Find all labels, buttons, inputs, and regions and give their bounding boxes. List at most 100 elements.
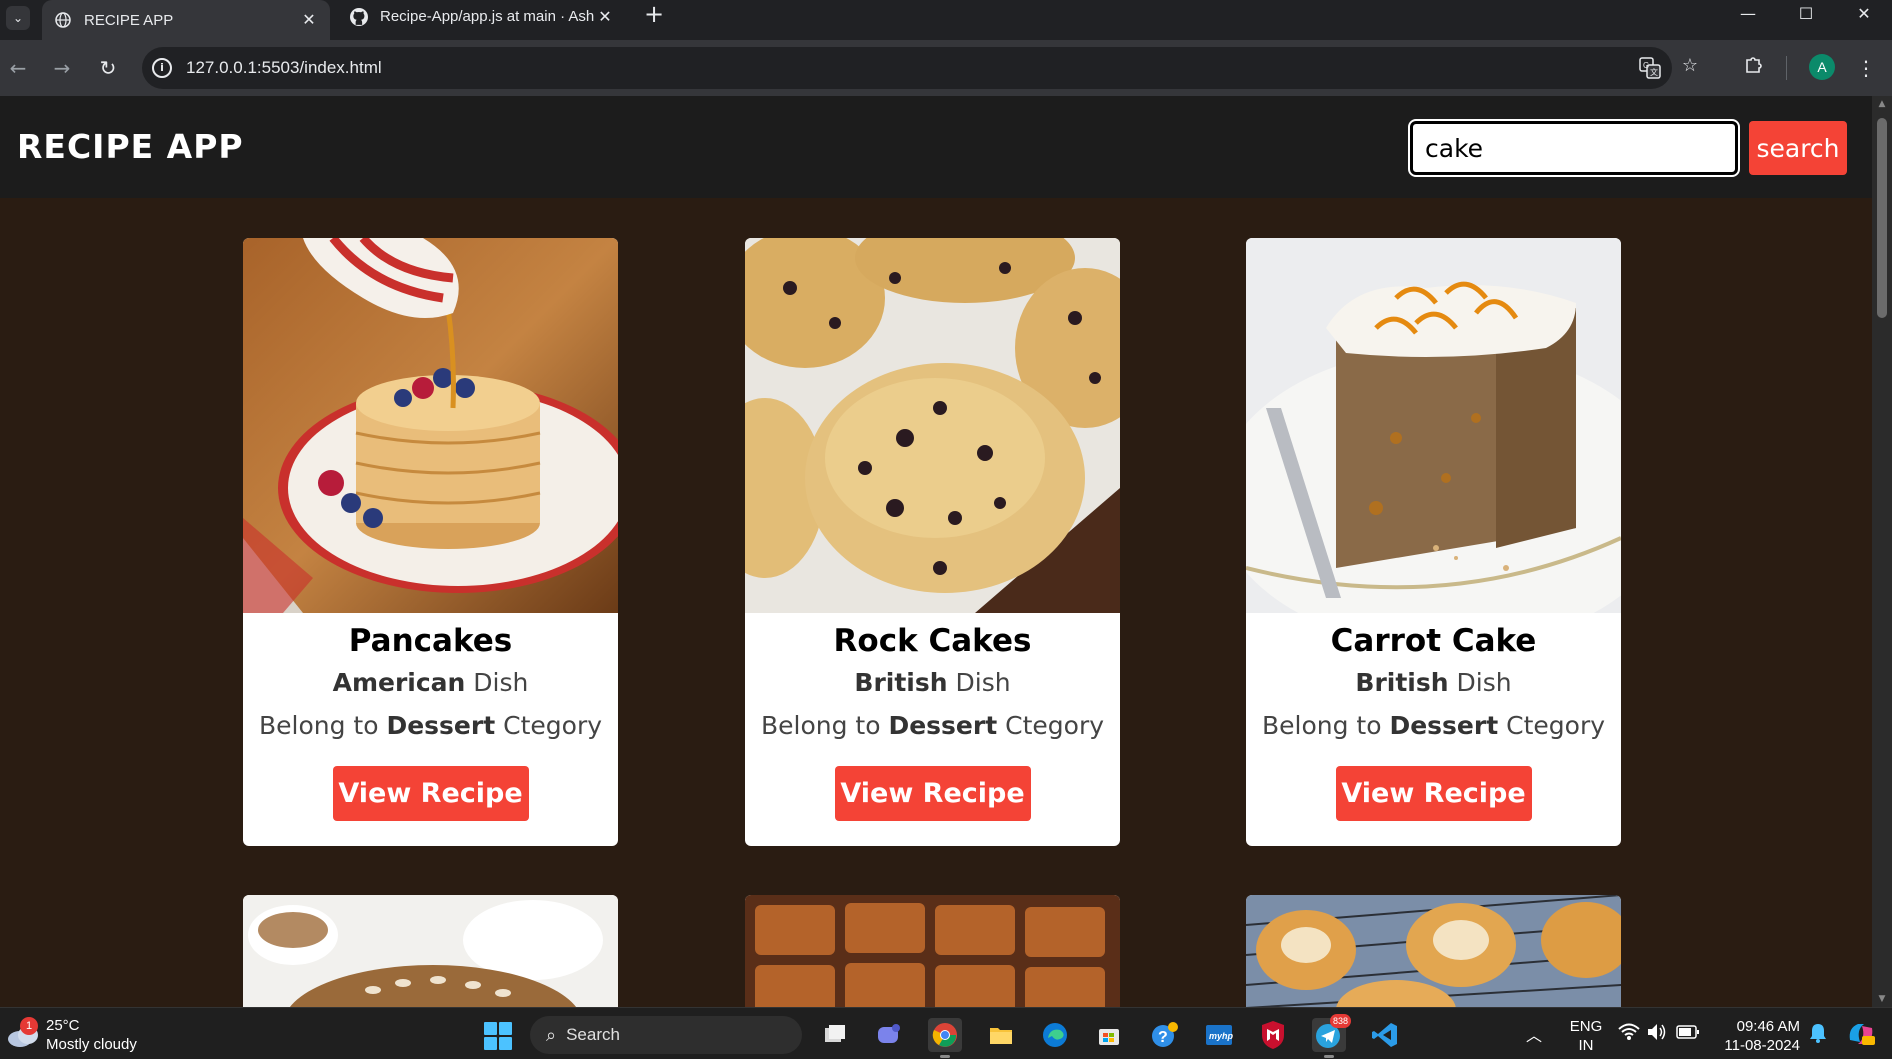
- teams-chat-icon[interactable]: [872, 1018, 906, 1052]
- myhp-icon[interactable]: myhp: [1202, 1018, 1236, 1052]
- close-window-button[interactable]: ✕: [1836, 0, 1892, 28]
- more-menu-icon[interactable]: ⋮: [1852, 54, 1880, 82]
- copilot-icon[interactable]: [1846, 1020, 1876, 1052]
- clock[interactable]: 09:46 AM 11-08-2024: [1716, 1017, 1800, 1055]
- reload-icon[interactable]: ↻: [94, 54, 122, 82]
- recipe-category-value: Dessert: [888, 711, 998, 740]
- search-input[interactable]: [1408, 119, 1740, 177]
- clock-date: 11-08-2024: [1724, 1037, 1800, 1054]
- recipe-area-suffix: Dish: [947, 668, 1011, 697]
- recipe-image-partial: [745, 895, 1120, 1008]
- language-indicator[interactable]: ENG IN: [1566, 1017, 1606, 1055]
- running-indicator: [940, 1055, 950, 1058]
- minimize-window-button[interactable]: —: [1720, 0, 1776, 28]
- cloud-icon: 1: [6, 1017, 40, 1049]
- recipe-card: Carrot Cake British Dish Belong to Desse…: [1246, 238, 1621, 846]
- weather-desc: Mostly cloudy: [46, 1036, 137, 1053]
- view-recipe-button[interactable]: View Recipe: [834, 766, 1031, 821]
- page-scrollbar[interactable]: ▲ ▼: [1872, 96, 1892, 1007]
- recipe-card: Rock Cakes British Dish Belong to Desser…: [745, 238, 1120, 846]
- recipe-card: [243, 895, 618, 1008]
- vscode-icon[interactable]: [1368, 1018, 1402, 1052]
- file-explorer-icon[interactable]: [984, 1018, 1018, 1052]
- wifi-icon[interactable]: [1618, 1022, 1640, 1046]
- extensions-icon[interactable]: [1740, 54, 1768, 82]
- scroll-thumb[interactable]: [1877, 118, 1887, 318]
- telegram-unread-badge: 838: [1330, 1014, 1352, 1028]
- tab-github[interactable]: Recipe-App/app.js at main · Ash ✕: [338, 0, 626, 33]
- recipe-category: Belong to Dessert Ctegory: [745, 709, 1120, 743]
- toolbar-divider: [1786, 56, 1787, 80]
- site-info-icon[interactable]: i: [152, 58, 172, 78]
- recipe-name: Pancakes: [348, 623, 513, 659]
- view-recipe-button[interactable]: View Recipe: [332, 766, 529, 821]
- recipe-image-rock-cakes: [745, 238, 1120, 613]
- edge-icon[interactable]: [1038, 1018, 1072, 1052]
- battery-icon[interactable]: [1676, 1024, 1700, 1044]
- maximize-window-button[interactable]: ☐: [1778, 0, 1834, 28]
- mcafee-icon[interactable]: [1256, 1018, 1290, 1052]
- notification-bell-icon[interactable]: [1808, 1022, 1828, 1048]
- address-bar[interactable]: i 127.0.0.1:5503/index.html G文: [142, 47, 1672, 89]
- taskbar-search[interactable]: ⌕ Search: [530, 1016, 802, 1054]
- volume-icon[interactable]: [1646, 1022, 1668, 1046]
- recipe-category: Belong to Dessert Ctegory: [1246, 709, 1621, 743]
- tab-title: Recipe-App/app.js at main · Ash: [380, 8, 595, 25]
- tab-search-menu-button[interactable]: ⌄: [6, 6, 30, 30]
- recipe-area: British Dish: [745, 666, 1120, 700]
- microsoft-store-icon[interactable]: [1092, 1018, 1126, 1052]
- recipe-card: Pancakes American Dish Belong to Dessert…: [243, 238, 618, 846]
- recipe-category-suffix: Ctegory: [495, 711, 603, 740]
- recipe-category-prefix: Belong to: [258, 711, 387, 740]
- task-view-icon[interactable]: [818, 1018, 852, 1052]
- search-icon: ⌕: [546, 1024, 557, 1045]
- weather-widget[interactable]: 1 25°C Mostly cloudy: [6, 1016, 137, 1054]
- new-tab-button[interactable]: +: [640, 0, 668, 28]
- scroll-down-arrow-icon[interactable]: ▼: [1872, 991, 1892, 1007]
- recipe-category-prefix: Belong to: [760, 711, 889, 740]
- recipe-card: [745, 895, 1120, 1008]
- app-title: RECIPE APP: [17, 127, 244, 166]
- recipe-image-partial: [243, 895, 618, 1008]
- chrome-icon[interactable]: [928, 1018, 962, 1058]
- recipe-category: Belong to Dessert Ctegory: [243, 709, 618, 743]
- taskbar-search-label: Search: [566, 1025, 620, 1044]
- show-hidden-icons-chevron[interactable]: ︿: [1526, 1022, 1542, 1046]
- recipe-category-value: Dessert: [1389, 711, 1499, 740]
- tab-recipe-app[interactable]: RECIPE APP ✕: [42, 0, 330, 40]
- browser-toolbar: ← → ↻ i 127.0.0.1:5503/index.html G文 ☆ A…: [0, 40, 1892, 96]
- scroll-up-arrow-icon[interactable]: ▲: [1872, 96, 1892, 112]
- recipe-card: [1246, 895, 1621, 1008]
- clock-time: 09:46 AM: [1736, 1018, 1800, 1035]
- language-region: IN: [1578, 1037, 1594, 1054]
- bookmark-star-icon[interactable]: ☆: [1678, 54, 1702, 78]
- url-text[interactable]: 127.0.0.1:5503/index.html: [186, 58, 382, 78]
- github-icon: [350, 7, 368, 26]
- svg-text:G: G: [1643, 61, 1649, 70]
- running-indicator: [1324, 1055, 1334, 1058]
- translate-icon[interactable]: G文: [1638, 57, 1662, 81]
- recipe-category-value: Dessert: [386, 711, 496, 740]
- globe-icon: [54, 11, 72, 29]
- profile-avatar[interactable]: A: [1809, 54, 1835, 80]
- svg-text:文: 文: [1650, 67, 1658, 77]
- close-tab-icon[interactable]: ✕: [596, 7, 614, 27]
- close-tab-icon[interactable]: ✕: [300, 10, 318, 30]
- weather-alert-badge: 1: [20, 1017, 38, 1035]
- app-header: RECIPE APP search: [0, 96, 1872, 198]
- recipe-image-partial: [1246, 895, 1621, 1008]
- windows-start-icon[interactable]: [484, 1022, 512, 1050]
- recipe-area: British Dish: [1246, 666, 1621, 700]
- forward-icon[interactable]: →: [48, 54, 76, 82]
- recipe-name: Rock Cakes: [833, 623, 1032, 659]
- recipe-area-suffix: Dish: [465, 668, 529, 697]
- recipe-category-prefix: Belong to: [1261, 711, 1390, 740]
- back-icon[interactable]: ←: [4, 54, 32, 82]
- view-recipe-button[interactable]: View Recipe: [1335, 766, 1532, 821]
- search-button[interactable]: search: [1749, 121, 1847, 175]
- windows-taskbar: 1 25°C Mostly cloudy ⌕ Search ? myhp 838…: [0, 1007, 1892, 1059]
- telegram-icon[interactable]: 838: [1312, 1014, 1352, 1058]
- tab-title: RECIPE APP: [84, 11, 174, 29]
- help-icon[interactable]: ?: [1148, 1018, 1182, 1052]
- browser-tabstrip: ⌄ RECIPE APP ✕ Recipe-App/app.js at main…: [0, 0, 1892, 40]
